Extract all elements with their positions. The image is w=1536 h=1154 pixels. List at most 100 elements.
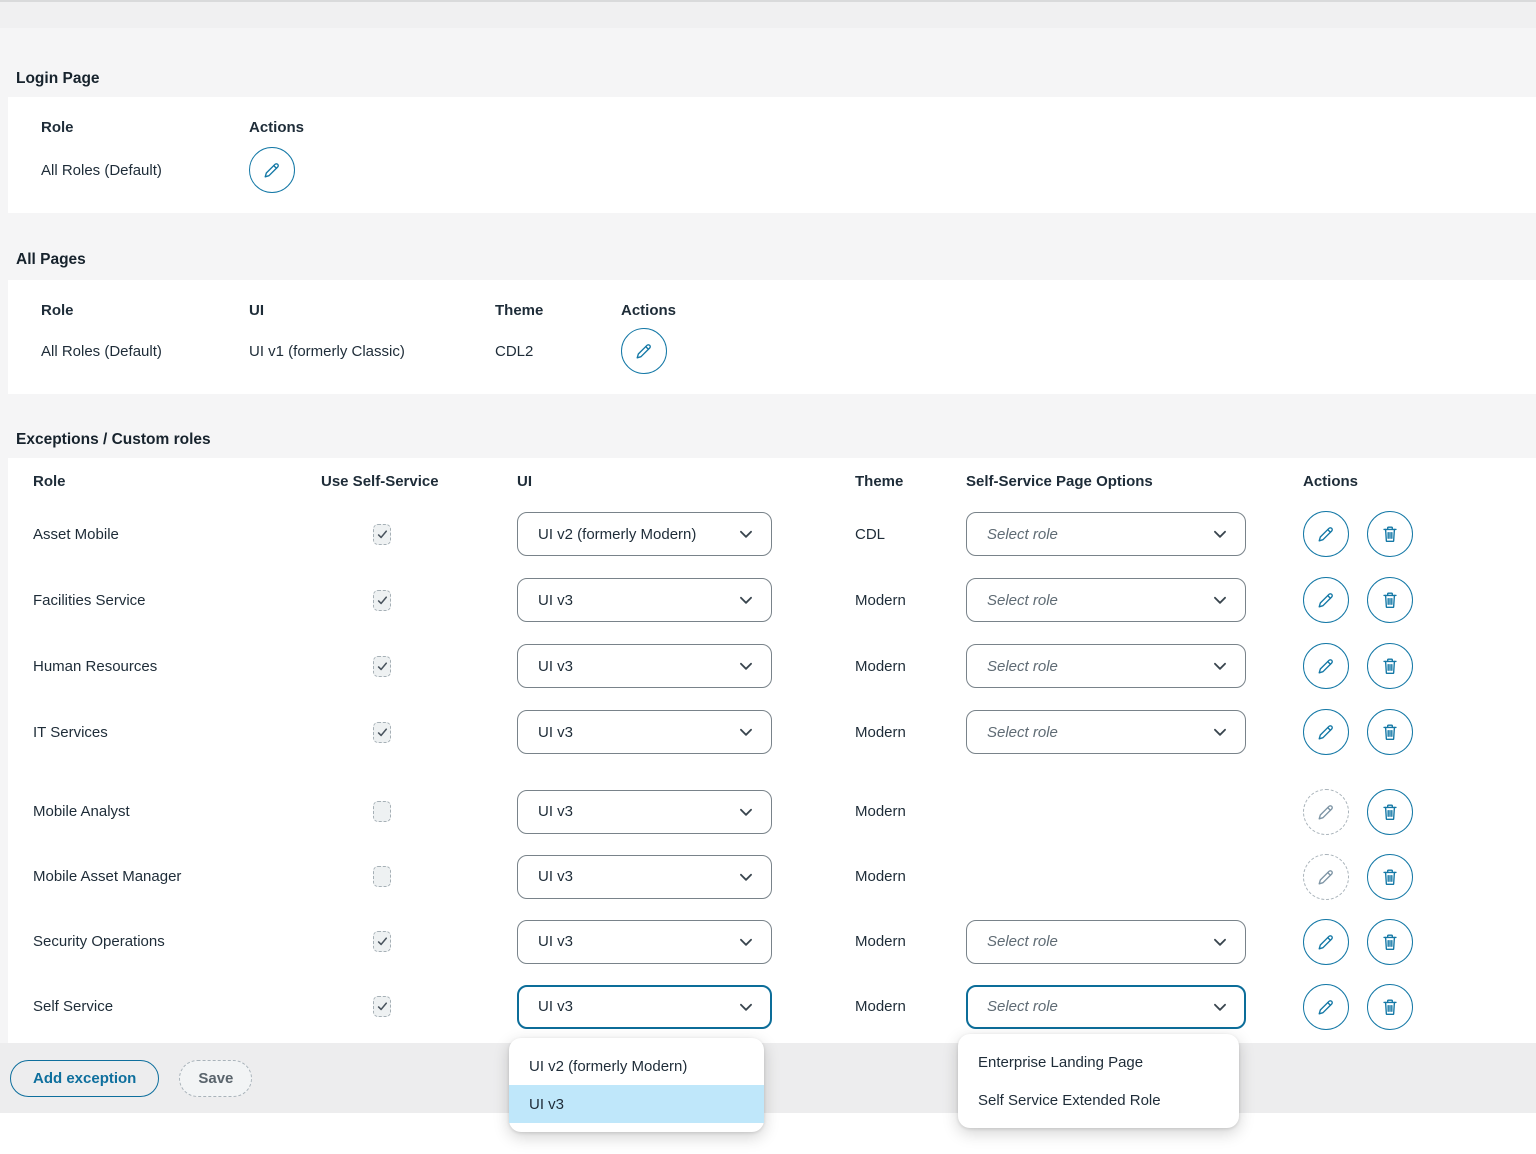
ui-option-v3[interactable]: UI v3: [509, 1085, 764, 1123]
role-label: IT Services: [33, 724, 321, 741]
trash-icon: [1379, 523, 1401, 545]
allpages-role-value: All Roles (Default): [41, 343, 249, 360]
edit-button[interactable]: [1303, 709, 1349, 755]
theme-label: Modern: [855, 933, 966, 950]
theme-label: Modern: [855, 592, 966, 609]
check-icon: [376, 660, 389, 673]
edit-button: [1303, 854, 1349, 900]
theme-label: Modern: [855, 658, 966, 675]
trash-icon: [1379, 866, 1401, 888]
edit-button[interactable]: [1303, 643, 1349, 689]
chevron-down-icon: [737, 803, 755, 821]
use-self-service-checkbox[interactable]: [373, 996, 391, 1017]
theme-label: CDL: [855, 526, 966, 543]
use-self-service-checkbox[interactable]: [373, 524, 391, 545]
exception-row: Mobile Asset Manager UI v3 Modern: [33, 844, 1536, 909]
ui-select[interactable]: UI v3: [517, 985, 772, 1029]
login-col-actions: Actions: [249, 119, 1536, 137]
page-option-select[interactable]: Select role: [966, 644, 1246, 688]
edit-button[interactable]: [1303, 984, 1349, 1030]
role-label: Asset Mobile: [33, 526, 321, 543]
allpages-theme-value: CDL2: [495, 343, 621, 360]
pencil-icon: [1315, 996, 1337, 1018]
chevron-down-icon: [1211, 525, 1229, 543]
exception-row: Self Service UI v3 Modern Select role: [33, 974, 1536, 1039]
delete-button[interactable]: [1367, 511, 1413, 557]
ex-col-page-options: Self-Service Page Options: [966, 473, 1303, 491]
top-bar: [0, 2, 1536, 28]
chevron-down-icon: [737, 998, 755, 1016]
ui-select[interactable]: UI v2 (formerly Modern): [517, 512, 772, 556]
delete-button[interactable]: [1367, 643, 1413, 689]
allpages-col-role: Role: [41, 302, 249, 320]
delete-button[interactable]: [1367, 919, 1413, 965]
edit-button[interactable]: [249, 147, 295, 193]
edit-button[interactable]: [1303, 919, 1349, 965]
exception-row: IT Services UI v3 Modern Select role: [33, 699, 1536, 765]
all-pages-card: Role UI Theme Actions All Roles (Default…: [8, 280, 1536, 394]
chevron-down-icon: [1211, 657, 1229, 675]
page-option-enterprise-landing[interactable]: Enterprise Landing Page: [958, 1043, 1239, 1081]
use-self-service-checkbox[interactable]: [373, 801, 391, 822]
chevron-down-icon: [1211, 723, 1229, 741]
ui-select[interactable]: UI v3: [517, 710, 772, 754]
chevron-down-icon: [737, 525, 755, 543]
role-label: Mobile Analyst: [33, 803, 321, 820]
check-icon: [376, 1000, 389, 1013]
edit-button[interactable]: [1303, 577, 1349, 623]
chevron-down-icon: [1211, 933, 1229, 951]
use-self-service-checkbox[interactable]: [373, 590, 391, 611]
trash-icon: [1379, 996, 1401, 1018]
ex-col-ui: UI: [517, 473, 855, 491]
ui-select[interactable]: UI v3: [517, 578, 772, 622]
ui-select[interactable]: UI v3: [517, 920, 772, 964]
use-self-service-checkbox[interactable]: [373, 866, 391, 887]
edit-button[interactable]: [621, 328, 667, 374]
page-option-select[interactable]: Select role: [966, 985, 1246, 1029]
ui-select[interactable]: UI v3: [517, 855, 772, 899]
ex-col-actions: Actions: [1303, 473, 1536, 491]
check-icon: [376, 528, 389, 541]
pencil-icon: [1315, 931, 1337, 953]
page-option-self-service-extended[interactable]: Self Service Extended Role: [958, 1081, 1239, 1119]
exceptions-rows: Asset Mobile UI v2 (formerly Modern) CDL…: [33, 501, 1536, 1039]
ui-option-v2[interactable]: UI v2 (formerly Modern): [509, 1047, 764, 1085]
exception-row: Human Resources UI v3 Modern Select role: [33, 633, 1536, 699]
add-exception-button[interactable]: Add exception: [10, 1060, 159, 1097]
login-page-card: Role Actions All Roles (Default): [8, 97, 1536, 213]
trash-icon: [1379, 931, 1401, 953]
page-options-dropdown-menu: Enterprise Landing Page Self Service Ext…: [958, 1034, 1239, 1128]
login-default-row: All Roles (Default): [41, 147, 1536, 193]
delete-button[interactable]: [1367, 709, 1413, 755]
use-self-service-checkbox[interactable]: [373, 722, 391, 743]
chevron-down-icon: [737, 933, 755, 951]
delete-button[interactable]: [1367, 854, 1413, 900]
delete-button[interactable]: [1367, 789, 1413, 835]
pencil-icon: [1315, 866, 1337, 888]
check-icon: [376, 935, 389, 948]
pencil-icon: [1315, 721, 1337, 743]
theme-label: Modern: [855, 724, 966, 741]
footer-action-bar: Add exception Save: [0, 1043, 1536, 1113]
trash-icon: [1379, 655, 1401, 677]
ui-select[interactable]: UI v3: [517, 790, 772, 834]
delete-button[interactable]: [1367, 984, 1413, 1030]
edit-button[interactable]: [1303, 511, 1349, 557]
pencil-icon: [1315, 801, 1337, 823]
exceptions-card: Role Use Self-Service UI Theme Self-Serv…: [8, 458, 1536, 1043]
role-label: Human Resources: [33, 658, 321, 675]
page-option-select[interactable]: Select role: [966, 920, 1246, 964]
chevron-down-icon: [737, 723, 755, 741]
use-self-service-checkbox[interactable]: [373, 931, 391, 952]
use-self-service-checkbox[interactable]: [373, 656, 391, 677]
pencil-icon: [633, 340, 655, 362]
trash-icon: [1379, 801, 1401, 823]
trash-icon: [1379, 721, 1401, 743]
page-option-select[interactable]: Select role: [966, 578, 1246, 622]
page-option-select[interactable]: Select role: [966, 710, 1246, 754]
exceptions-title: Exceptions / Custom roles: [16, 431, 1536, 449]
ui-select[interactable]: UI v3: [517, 644, 772, 688]
delete-button[interactable]: [1367, 577, 1413, 623]
ex-col-role: Role: [33, 473, 321, 491]
page-option-select[interactable]: Select role: [966, 512, 1246, 556]
